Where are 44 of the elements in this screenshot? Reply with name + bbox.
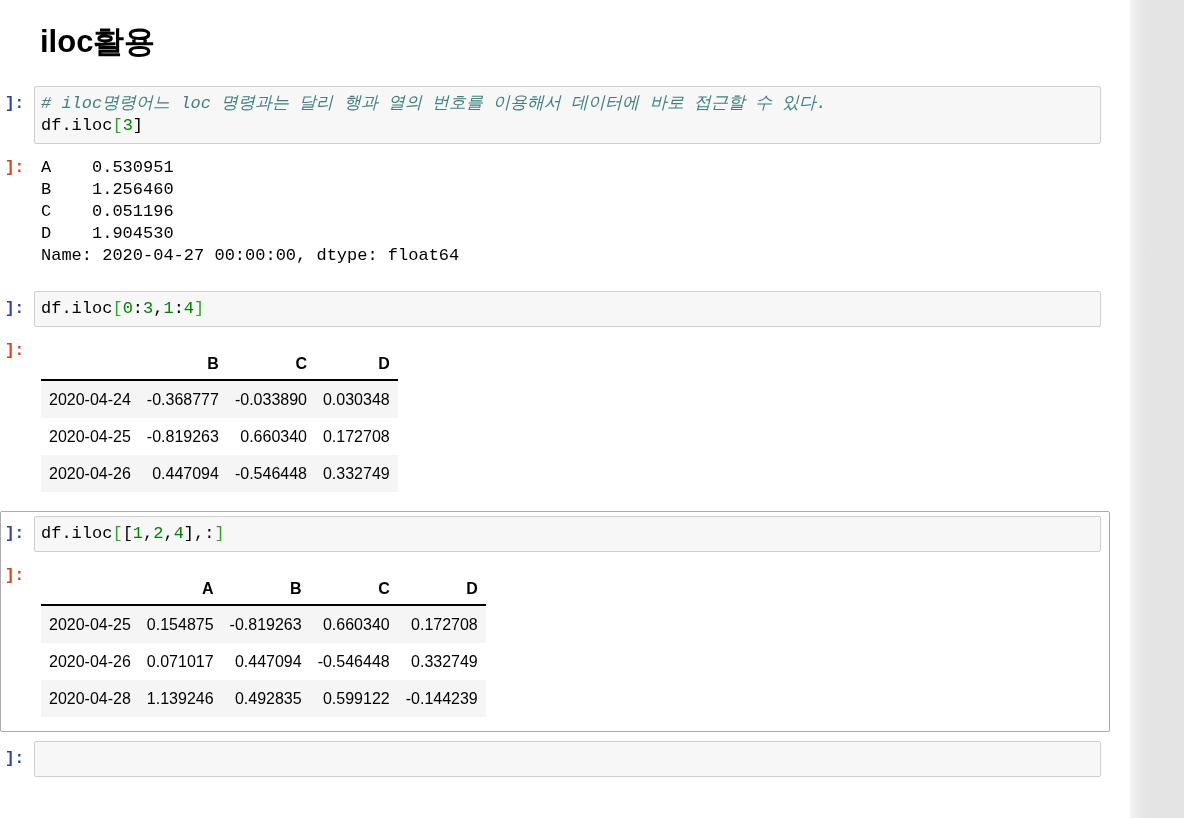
row-index: 2020-04-26 (41, 455, 139, 492)
table-cell: 0.030348 (314, 380, 398, 418)
table-cell: -0.546448 (226, 455, 315, 492)
table-cell: -0.819263 (138, 418, 227, 455)
code-cell[interactable]: ]: (0, 736, 1110, 782)
code-cell[interactable]: ]: df.iloc[0:3,1:4] ]: B C D 2020-04-24 -0.368777 -0.033890 0.030348 2020-04-25 -0.819263 0.660340 0.172708 2020-04-26 0.447094 -0.546448 0.332749 (0, 286, 1110, 507)
table-cell: 0.492835 (221, 680, 310, 717)
table-cell: -0.033890 (226, 380, 315, 418)
table-cell: 0.447094 (221, 643, 310, 680)
table-cell: -0.368777 (138, 380, 227, 418)
input-prompt: ]: (4, 749, 26, 770)
table-cell: 0.154875 (138, 605, 222, 643)
row-index: 2020-04-28 (41, 680, 139, 717)
row-index: 2020-04-26 (41, 643, 139, 680)
row-index: 2020-04-25 (41, 605, 139, 643)
table-cell: 0.172708 (397, 605, 486, 643)
table-cell: 0.599122 (309, 680, 398, 717)
table-cell: 0.660340 (226, 418, 315, 455)
output-prompt: ]: (4, 158, 26, 179)
row-index: 2020-04-25 (41, 418, 139, 455)
input-prompt: ]: (4, 299, 26, 320)
output-prompt: ]: (4, 341, 26, 362)
table-cell: -0.144239 (397, 680, 486, 717)
table-cell: -0.819263 (221, 605, 310, 643)
code-input[interactable] (34, 741, 1101, 777)
table-cell: 0.172708 (314, 418, 398, 455)
table-cell: 0.071017 (138, 643, 222, 680)
table-cell: 0.332749 (314, 455, 398, 492)
code-cell[interactable]: ]: # iloc명령어느 loc 명령과는 달리 행과 열의 번호를 이용해서 데이터에 바로 접근할 수 있다. df.iloc[3] ]: A 0.530951 B 1.256460 C 0.051196 D 1.904530 Name: 2020-04-27 00:00:00, dtype: float64 (0, 81, 1110, 282)
table-cell: 1.139246 (138, 680, 222, 717)
output-text: A 0.530951 B 1.256460 C 0.051196 D 1.904530 Name: 2020-04-27 00:00:00, dtype: float64 (41, 157, 460, 267)
row-index: 2020-04-24 (41, 380, 139, 418)
input-prompt: ]: (4, 94, 26, 115)
input-prompt: ]: (4, 524, 26, 545)
table-cell: 0.447094 (138, 455, 227, 492)
table-cell: -0.546448 (309, 643, 398, 680)
table-cell: 0.332749 (397, 643, 486, 680)
output-prompt: ]: (4, 566, 26, 587)
code-input[interactable]: # iloc명령어느 loc 명령과는 달리 행과 열의 번호를 이용해서 데이터에 바로 접근할 수 있다. df.iloc[3] (34, 86, 1101, 144)
code-input[interactable]: df.iloc[[1,2,4],:] (34, 516, 1101, 552)
code-cell[interactable]: ]: df.iloc[[1,2,4],:] ]: A B C D 2020-04-25 0.154875 -0.819263 0.660340 0.172708 2020-04-26 0.071017 0.447094 -0.546448 0.332749 2020-04-28 1.139246 0.492835 0.599122 -0.144239 (0, 511, 1110, 732)
notebook-heading: iloc활용 (40, 23, 157, 61)
table-cell: 0.660340 (309, 605, 398, 643)
code-input[interactable]: df.iloc[0:3,1:4] (34, 291, 1101, 327)
